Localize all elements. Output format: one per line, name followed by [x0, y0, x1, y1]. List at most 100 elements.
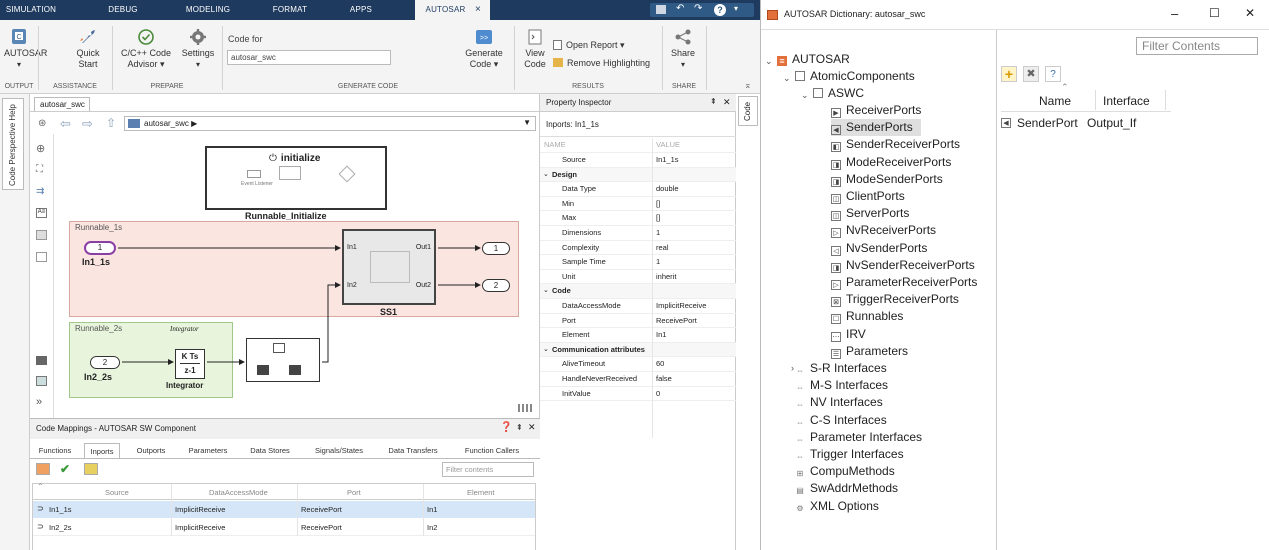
tab-format[interactable]: FORMAT: [262, 0, 318, 20]
redo-icon[interactable]: ↷: [694, 3, 702, 14]
pi-section-header[interactable]: ⌄ Communication attributes: [540, 342, 736, 358]
tab-function-callers[interactable]: Function Callers: [454, 443, 530, 458]
pi-row-value[interactable]: inherit: [656, 270, 676, 285]
add-icon[interactable]: +: [1001, 66, 1017, 82]
tree-item-interface[interactable]: ⇔ S-R Interfaces: [795, 360, 887, 377]
help-icon[interactable]: ?: [714, 4, 726, 16]
chevron-down-icon[interactable]: ⌄: [543, 284, 549, 299]
tree-item-interface[interactable]: ⇔ M-S Interfaces: [795, 377, 888, 394]
pi-row-value[interactable]: []: [656, 197, 660, 212]
share-button[interactable]: Share ▾: [666, 28, 700, 70]
pi-row[interactable]: Data Type double: [540, 182, 736, 197]
configure-icon[interactable]: [84, 463, 98, 475]
col-port[interactable]: Port: [347, 488, 361, 497]
generate-icon[interactable]: [36, 463, 50, 475]
pi-row-value[interactable]: []: [656, 211, 660, 226]
maximize-button[interactable]: ☐: [1209, 6, 1220, 20]
tree-item-port[interactable]: ⊠ TriggerReceiverPorts: [831, 291, 959, 308]
tree-item-port[interactable]: ◨ ModeSenderPorts: [831, 171, 943, 188]
tree-item-port[interactable]: ◧ SenderReceiverPorts: [831, 136, 960, 153]
help-icon[interactable]: ?: [1045, 66, 1061, 82]
col-source[interactable]: Source: [105, 488, 129, 497]
pi-row[interactable]: Complexity real: [540, 241, 736, 256]
pi-row[interactable]: Min []: [540, 197, 736, 212]
tab-parameters[interactable]: Parameters: [182, 443, 234, 458]
tree-item-port[interactable]: ◫ ServerPorts: [831, 205, 909, 222]
tab-data-transfers[interactable]: Data Transfers: [380, 443, 446, 458]
close-icon[interactable]: ✕: [723, 97, 731, 108]
quick-start-button[interactable]: Quick Start: [68, 28, 108, 70]
generate-code-button[interactable]: >> Generate Code ▾: [462, 28, 506, 70]
pi-row[interactable]: HandleNeverReceived false: [540, 372, 736, 387]
chevron-down-icon[interactable]: ⌄: [783, 73, 791, 84]
autosar-button[interactable]: C AUTOSAR ▾: [4, 28, 47, 70]
validate-icon[interactable]: ✔: [60, 462, 70, 476]
chevron-down-icon[interactable]: ⌄: [543, 168, 549, 183]
filter-contents-input[interactable]: Filter Contents: [1136, 37, 1258, 55]
pi-row[interactable]: Source In1_1s: [540, 153, 736, 168]
tree-item-autosar[interactable]: ≡ AUTOSAR: [777, 51, 850, 68]
tab-modeling[interactable]: MODELING: [178, 0, 238, 20]
help-icon[interactable]: ❓: [500, 422, 512, 433]
close-icon[interactable]: ×: [475, 4, 481, 15]
pi-row-value[interactable]: false: [656, 372, 672, 387]
tree-item-port[interactable]: ◁ NvSenderPorts: [831, 240, 927, 257]
tab-debug[interactable]: DEBUG: [100, 0, 146, 20]
close-button[interactable]: ✕: [1245, 6, 1255, 20]
pi-row-value[interactable]: In1: [656, 328, 666, 343]
tree-item-port[interactable]: ⋯ IRV: [831, 326, 866, 343]
remove-highlighting-button[interactable]: Remove Highlighting: [553, 58, 650, 68]
tree-item-interface[interactable]: ⇔ NV Interfaces: [795, 394, 883, 411]
tab-outports[interactable]: Outports: [128, 443, 174, 458]
pin-icon[interactable]: ⇞: [516, 423, 523, 432]
col-interface[interactable]: Interface: [1103, 94, 1150, 108]
tab-signals-states[interactable]: Signals/States: [306, 443, 372, 458]
row-mode[interactable]: ImplicitReceive: [175, 505, 225, 514]
close-icon[interactable]: ✕: [528, 422, 536, 433]
tree-item-interface[interactable]: ▤ SwAddrMethods: [795, 480, 898, 497]
table-row[interactable]: ◀ SenderPort Output_If: [1001, 115, 1201, 133]
tree-item-interface[interactable]: ⊞ CompuMethods: [795, 463, 895, 480]
pi-row-value[interactable]: 1: [656, 255, 660, 270]
tree-item-atomic-components[interactable]: AtomicComponents: [795, 68, 915, 85]
row-mode[interactable]: ImplicitReceive: [175, 523, 225, 532]
pi-row-value[interactable]: 0: [656, 387, 660, 402]
pi-row-value[interactable]: double: [656, 182, 679, 197]
collapse-ribbon-icon[interactable]: ⌅: [744, 80, 752, 91]
pi-row-value[interactable]: real: [656, 241, 669, 256]
pi-row[interactable]: AliveTimeout 60: [540, 357, 736, 372]
tree-item-interface[interactable]: ⚙ XML Options: [795, 498, 879, 515]
resize-grip[interactable]: [518, 404, 534, 412]
tab-data-stores[interactable]: Data Stores: [242, 443, 298, 458]
tree-item-port[interactable]: ▷ NvReceiverPorts: [831, 222, 936, 239]
sort-icon[interactable]: ⌃: [37, 482, 44, 491]
chevron-down-icon[interactable]: ⌄: [801, 90, 809, 101]
tree-item-port[interactable]: ◀ SenderPorts: [831, 119, 921, 137]
pi-row-value[interactable]: 1: [656, 226, 660, 241]
pi-section-header[interactable]: ⌄ Code: [540, 284, 736, 299]
pi-row-value[interactable]: ReceivePort: [656, 314, 697, 329]
code-advisor-button[interactable]: C/C++ Code Advisor ▾: [118, 28, 174, 70]
chevron-down-icon[interactable]: ⌄: [765, 56, 773, 67]
row-interface[interactable]: Output_If: [1087, 116, 1136, 130]
row-port[interactable]: ReceivePort: [301, 505, 342, 514]
tree-item-port[interactable]: ◫ ClientPorts: [831, 188, 905, 205]
pi-row[interactable]: Dimensions 1: [540, 226, 736, 241]
tree-item-port[interactable]: ▶ ReceiverPorts: [831, 102, 921, 119]
tree-item-port[interactable]: ▷ ParameterReceiverPorts: [831, 274, 977, 291]
code-perspective-help-tab[interactable]: Code Perspective Help: [2, 98, 24, 190]
view-code-button[interactable]: View Code: [522, 28, 548, 70]
code-for-field[interactable]: autosar_swc: [227, 50, 391, 65]
pi-row[interactable]: DataAccessMode ImplicitReceive: [540, 299, 736, 314]
col-name[interactable]: Name: [1039, 94, 1071, 108]
pi-row[interactable]: Unit inherit: [540, 270, 736, 285]
tab-inports[interactable]: Inports: [84, 443, 120, 458]
row-element[interactable]: In2: [427, 523, 437, 532]
save-icon[interactable]: [656, 5, 666, 14]
tree-item-aswc[interactable]: ASWC: [813, 85, 864, 102]
tree-item-interface[interactable]: ⇔ Trigger Interfaces: [795, 446, 904, 463]
tab-functions[interactable]: Functions: [34, 443, 76, 458]
pi-section-header[interactable]: ⌄ Design: [540, 167, 736, 183]
table-row[interactable]: ⊃ In1_1s ImplicitReceive ReceivePort In1: [33, 501, 535, 518]
row-port[interactable]: ReceivePort: [301, 523, 342, 532]
